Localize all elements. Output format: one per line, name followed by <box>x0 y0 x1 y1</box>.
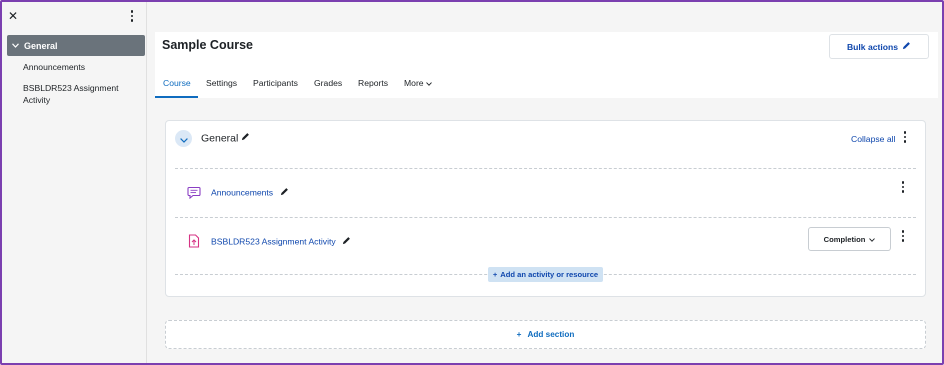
pencil-icon[interactable] <box>342 236 351 248</box>
section-general: General Collapse all Announcements BSBLD… <box>165 120 926 297</box>
app-window: ✕ General Announcements BSBLDR523 Assign… <box>0 0 944 365</box>
page-title: Sample Course <box>162 38 254 52</box>
activity-kebab-icon[interactable] <box>899 230 907 242</box>
assignment-upload-icon <box>186 233 202 249</box>
section-title-text: General <box>201 132 239 145</box>
activity-name: BSBLDR523 Assignment Activity <box>211 236 336 247</box>
pencil-icon[interactable] <box>280 187 289 199</box>
tab-course[interactable]: Course <box>163 77 191 89</box>
close-icon[interactable]: ✕ <box>6 9 20 23</box>
plus-icon: + <box>516 330 522 339</box>
chevron-down-icon <box>12 42 19 50</box>
tab-grades[interactable]: Grades <box>314 77 342 89</box>
plus-icon: + <box>492 270 498 279</box>
course-tabs: Course Settings Participants Grades Repo… <box>155 68 938 98</box>
collapse-all-link[interactable]: Collapse all <box>851 134 895 144</box>
section-kebab-icon[interactable] <box>901 131 909 143</box>
tab-more[interactable]: More <box>404 77 432 89</box>
drawer-item-label-line2: Activity <box>23 95 51 105</box>
drawer-item-label-line1: BSBLDR523 Assignment <box>23 83 119 93</box>
activity-link-assignment[interactable]: BSBLDR523 Assignment Activity <box>211 236 351 248</box>
drawer-kebab-icon[interactable] <box>126 9 138 23</box>
tab-participants[interactable]: Participants <box>253 77 298 89</box>
chevron-down-icon <box>869 235 876 244</box>
section-title: General <box>201 132 250 145</box>
activity-kebab-icon[interactable] <box>899 181 907 193</box>
chevron-down-icon <box>179 130 188 148</box>
drawer-section-label: General <box>24 40 58 51</box>
forum-icon <box>186 184 202 200</box>
drawer-item-assignment[interactable]: BSBLDR523 Assignment Activity <box>23 82 119 106</box>
divider <box>175 168 916 169</box>
section-collapse-button[interactable] <box>175 130 192 147</box>
drawer-section-general[interactable]: General <box>7 35 145 56</box>
tab-reports[interactable]: Reports <box>358 77 388 89</box>
activity-name: Announcements <box>211 187 274 198</box>
active-tab-indicator <box>155 96 198 98</box>
completion-label: Completion <box>823 234 866 244</box>
page-header: Sample Course Bulk actions <box>155 32 938 68</box>
add-activity-button[interactable]: + Add an activity or resource <box>488 267 603 282</box>
add-activity-label: Add an activity or resource <box>500 270 599 279</box>
chevron-down-icon <box>426 78 432 88</box>
bulk-actions-label: Bulk actions <box>846 41 899 52</box>
main-content: Sample Course Bulk actions Course Settin… <box>148 2 942 363</box>
tab-settings[interactable]: Settings <box>206 77 237 89</box>
course-index-drawer: ✕ General Announcements BSBLDR523 Assign… <box>2 2 147 363</box>
pencil-icon <box>902 41 911 52</box>
tab-more-label: More <box>404 78 424 88</box>
completion-dropdown[interactable]: Completion <box>808 227 891 251</box>
drawer-item-announcements[interactable]: Announcements <box>23 61 85 73</box>
add-section-label: Add section <box>527 330 575 339</box>
pencil-icon[interactable] <box>241 132 250 145</box>
activity-link-announcements[interactable]: Announcements <box>211 187 289 199</box>
drawer-item-label: Announcements <box>23 62 86 72</box>
add-section-button[interactable]: + Add section <box>165 320 926 349</box>
divider <box>175 217 916 218</box>
bulk-actions-button[interactable]: Bulk actions <box>829 34 929 59</box>
